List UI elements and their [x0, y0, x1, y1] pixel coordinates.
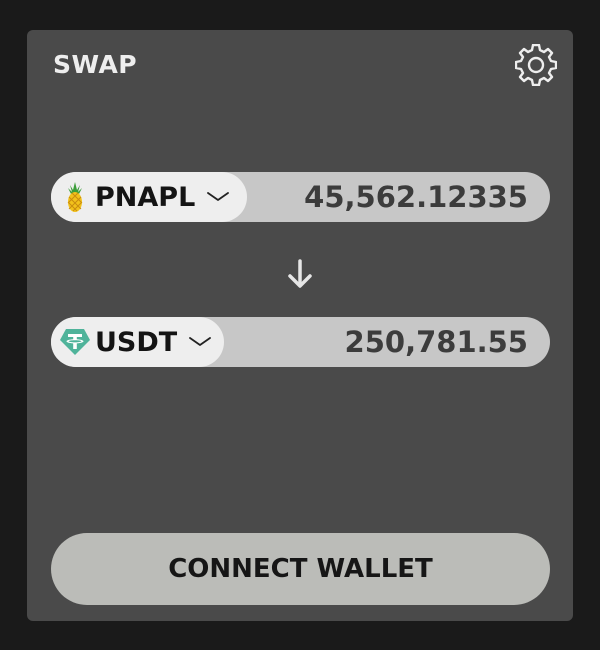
swap-card: SWAP PNAPL 45,562.12335 USDT 250,781.55 …	[27, 30, 573, 621]
from-token-field[interactable]: PNAPL 45,562.12335	[51, 172, 550, 222]
chevron-down-icon	[189, 337, 212, 346]
to-amount: 250,781.55	[344, 325, 528, 359]
to-token-field[interactable]: USDT 250,781.55	[51, 317, 550, 367]
connect-wallet-button[interactable]: CONNECT WALLET	[51, 533, 550, 605]
from-token-symbol: PNAPL	[95, 181, 196, 213]
tether-icon	[59, 326, 91, 358]
settings-gear-icon[interactable]	[514, 43, 558, 87]
to-token-selector[interactable]: USDT	[51, 317, 224, 367]
arrow-down-icon[interactable]	[285, 258, 315, 290]
from-amount[interactable]: 45,562.12335	[304, 172, 528, 222]
swap-title: SWAP	[53, 50, 138, 79]
to-token-symbol: USDT	[95, 326, 178, 358]
chevron-down-icon	[207, 192, 230, 201]
from-token-selector[interactable]: PNAPL	[51, 172, 247, 222]
pineapple-icon	[59, 181, 91, 213]
